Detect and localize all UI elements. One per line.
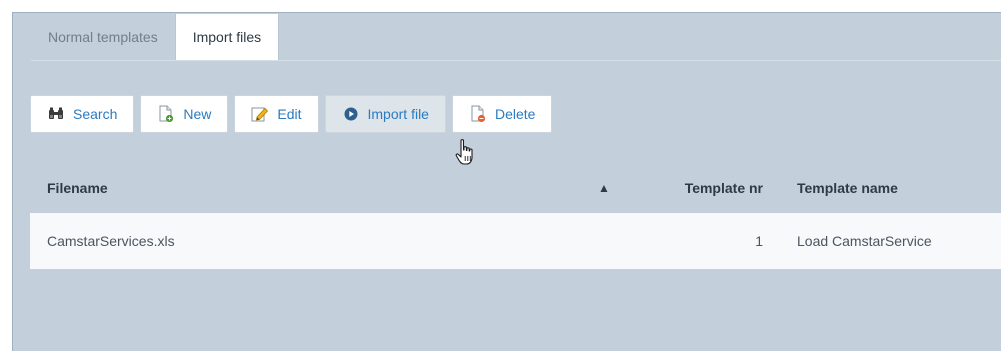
import-file-button-label: Import file bbox=[367, 106, 429, 122]
import-files-table: Filename ▲ Template nr Template name Cam… bbox=[30, 163, 1001, 269]
cell-template-nr: 1 bbox=[755, 233, 763, 249]
import-files-panel: Normal templates Import files Search New… bbox=[12, 12, 1001, 351]
search-button-label: Search bbox=[73, 106, 118, 122]
tab-normal-templates[interactable]: Normal templates bbox=[31, 14, 175, 60]
cell-template-name: Load CamstarService bbox=[797, 233, 932, 249]
binoculars-icon bbox=[47, 105, 65, 123]
hand-pointer-cursor bbox=[453, 138, 477, 168]
delete-button[interactable]: Delete bbox=[451, 95, 553, 133]
table-header: Filename ▲ Template nr Template name bbox=[30, 163, 1001, 213]
sort-ascending-indicator[interactable]: ▲ bbox=[574, 181, 634, 195]
document-delete-icon bbox=[469, 105, 487, 123]
import-file-button[interactable]: Import file bbox=[324, 95, 446, 133]
tab-bar: Normal templates Import files bbox=[31, 14, 280, 60]
document-add-icon bbox=[157, 105, 175, 123]
tab-divider bbox=[31, 60, 1001, 61]
column-header-template-nr[interactable]: Template nr bbox=[634, 180, 782, 196]
column-header-template-name[interactable]: Template name bbox=[782, 180, 1001, 196]
new-button-label: New bbox=[183, 106, 212, 122]
delete-button-label: Delete bbox=[494, 106, 536, 122]
new-button[interactable]: New bbox=[140, 95, 229, 133]
play-circle-icon bbox=[342, 105, 360, 123]
table-row[interactable]: CamstarServices.xls 1 Load CamstarServic… bbox=[30, 213, 1001, 269]
edit-button-label: Edit bbox=[277, 106, 302, 122]
edit-button[interactable]: Edit bbox=[234, 95, 319, 133]
toolbar: Search New Edit Import file Delete bbox=[30, 95, 553, 133]
pencil-icon bbox=[251, 105, 269, 123]
cell-filename: CamstarServices.xls bbox=[47, 233, 175, 249]
tab-import-files[interactable]: Import files bbox=[174, 14, 280, 60]
search-button[interactable]: Search bbox=[30, 95, 135, 133]
column-header-filename[interactable]: Filename bbox=[30, 180, 574, 196]
